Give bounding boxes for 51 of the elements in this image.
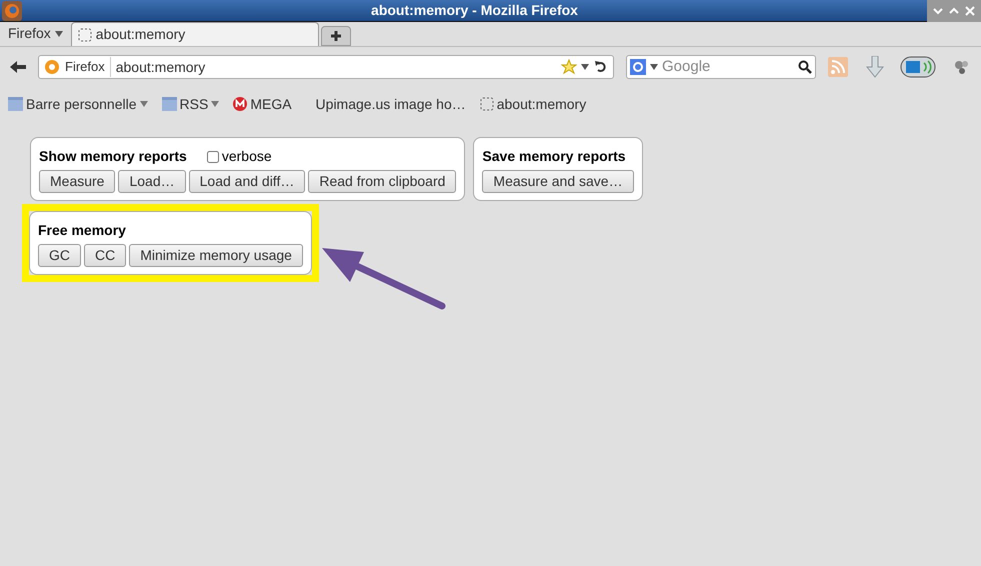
browser-tab[interactable]: about:memory (70, 22, 319, 46)
back-arrow-icon[interactable] (10, 61, 26, 73)
minimize-icon[interactable] (933, 6, 943, 16)
close-icon[interactable] (965, 6, 975, 16)
search-input[interactable]: Google (662, 56, 794, 78)
firefox-menu-button[interactable]: Firefox (0, 21, 71, 46)
new-tab-button[interactable] (320, 26, 351, 46)
bookmark-link[interactable]: about:memory (480, 94, 586, 114)
section-title: Show memory reports (39, 147, 187, 166)
toggle-pill-icon[interactable] (900, 56, 936, 78)
download-arrow-icon[interactable] (866, 56, 884, 78)
folder-icon (162, 97, 177, 111)
bookmark-link[interactable]: Upimage.us image ho… (316, 94, 466, 114)
circles-icon[interactable] (954, 59, 970, 75)
blank-page-icon (78, 28, 92, 42)
dropdown-caret-icon[interactable] (650, 64, 658, 70)
bookmark-link[interactable]: MEGA (233, 94, 292, 114)
firefox-logo-icon (2, 0, 22, 20)
blank-page-icon (480, 97, 494, 111)
search-field[interactable]: Google (626, 55, 816, 79)
action-button[interactable]: Minimize memory usage (129, 244, 303, 267)
dropdown-caret-icon (140, 101, 148, 107)
identity-label: Firefox (65, 57, 111, 77)
reload-icon[interactable] (595, 61, 607, 73)
dropdown-caret-icon (54, 30, 63, 36)
star-icon[interactable] (561, 59, 577, 75)
folder-icon (8, 97, 23, 111)
maximize-icon[interactable] (949, 6, 959, 16)
mega-logo-icon (233, 97, 248, 111)
address-bar[interactable]: Firefox about:memory (38, 55, 614, 79)
action-button[interactable]: Read from clipboard (308, 170, 456, 193)
checkbox-label: verbose (222, 147, 272, 166)
action-button[interactable]: GC (38, 244, 81, 267)
bookmark-folder[interactable]: RSS (162, 94, 220, 114)
action-button[interactable]: CC (84, 244, 126, 267)
dropdown-caret-icon (211, 101, 220, 107)
google-logo-icon (630, 59, 646, 75)
bookmark-folder[interactable]: Barre personnelle (8, 94, 148, 114)
action-button[interactable]: Measure and save… (482, 170, 634, 193)
firefox-logo-icon (45, 60, 59, 74)
dropdown-caret-icon[interactable] (581, 64, 589, 70)
verbose-checkbox[interactable] (206, 150, 219, 162)
action-button[interactable]: Load… (118, 170, 186, 193)
url-text: about:memory (114, 58, 206, 77)
section-title: Free memory (38, 221, 126, 240)
plus-icon (330, 31, 341, 41)
search-icon[interactable] (798, 60, 812, 74)
action-button[interactable]: Measure (39, 170, 116, 193)
window-title: about:memory - Mozilla Firefox (371, 2, 578, 18)
action-button[interactable]: Load and diff… (188, 170, 306, 193)
section-title: Save memory reports (482, 147, 626, 166)
